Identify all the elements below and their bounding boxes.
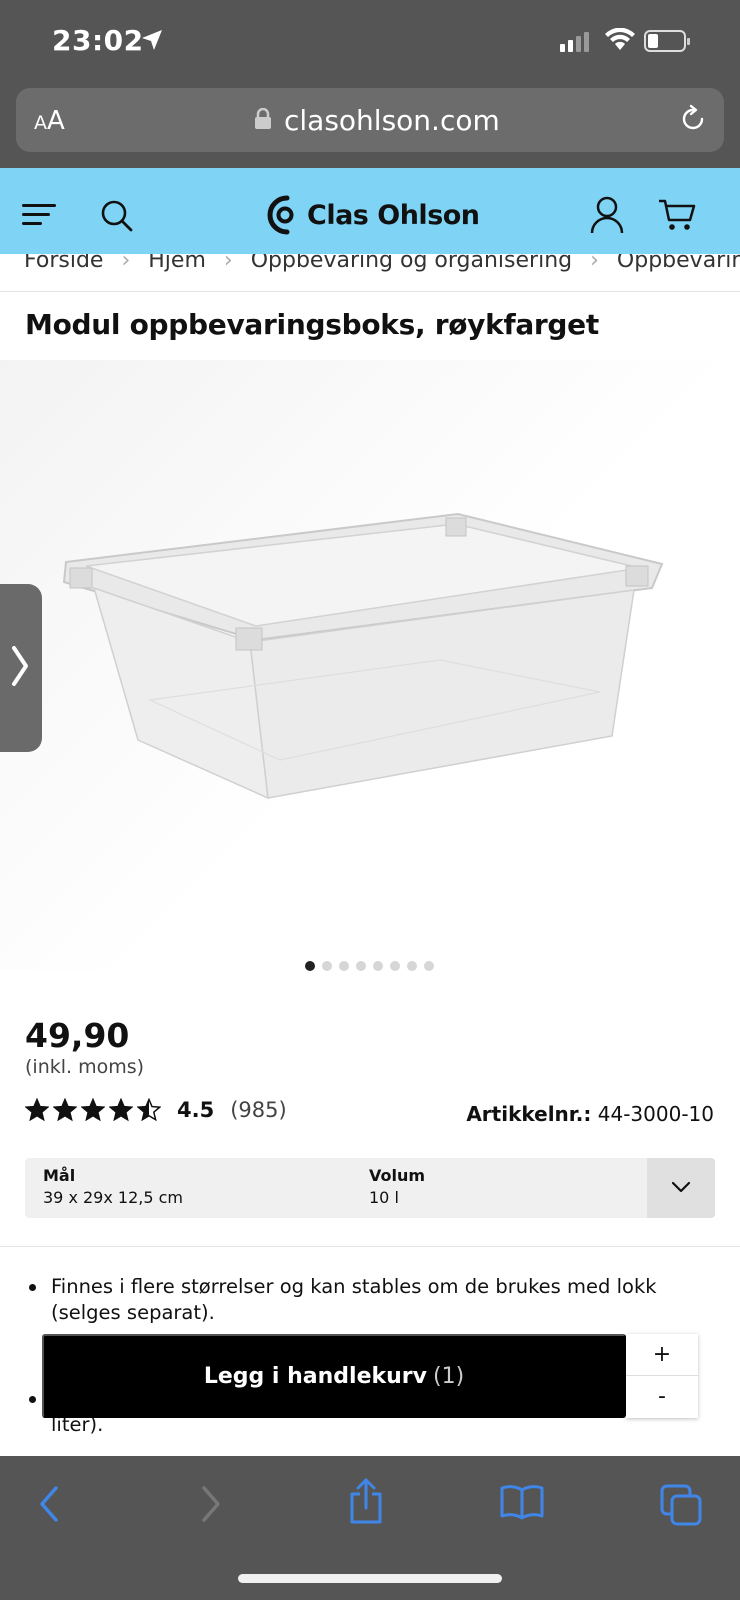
url-text[interactable]: clasohlson.com bbox=[284, 104, 500, 137]
wifi-icon bbox=[605, 28, 635, 50]
carousel-dot[interactable] bbox=[407, 961, 417, 971]
bookmarks-icon[interactable] bbox=[500, 1484, 544, 1520]
shopping-cart-icon[interactable] bbox=[658, 198, 696, 232]
carousel-dot[interactable] bbox=[373, 961, 383, 971]
breadcrumb: Forside › Hjem › Oppbevaring og organise… bbox=[0, 254, 740, 292]
product-image-carousel[interactable] bbox=[0, 360, 740, 970]
article-number-label: Artikkelnr.: bbox=[466, 1102, 592, 1126]
variant-volume-label: Volum bbox=[369, 1166, 426, 1185]
carousel-dot[interactable] bbox=[390, 961, 400, 971]
breadcrumb-separator-icon: › bbox=[223, 254, 233, 273]
star-icon bbox=[25, 1098, 49, 1122]
browser-address-area: AA clasohlson.com bbox=[0, 82, 740, 168]
search-icon[interactable] bbox=[100, 199, 134, 233]
add-to-cart-label: Legg i handlekurv bbox=[203, 1363, 427, 1389]
carousel-dot[interactable] bbox=[322, 961, 332, 971]
variant-size: Mål 39 x 29x 12,5 cm bbox=[43, 1166, 183, 1207]
add-to-cart-button[interactable]: Legg i handlekurv (1) bbox=[42, 1334, 626, 1418]
quantity-stepper: + - bbox=[626, 1334, 698, 1418]
description-item: Finnes i flere størrelser og kan stables… bbox=[25, 1274, 715, 1326]
star-icon bbox=[109, 1098, 133, 1122]
price-note: (inkl. moms) bbox=[25, 1056, 145, 1078]
home-indicator[interactable] bbox=[238, 1574, 502, 1583]
star-icon bbox=[137, 1098, 161, 1122]
tabs-icon[interactable] bbox=[660, 1484, 702, 1526]
chevron-right-icon bbox=[12, 646, 28, 686]
description-divider bbox=[0, 1246, 740, 1247]
breadcrumb-item-oppbevaringsbokser[interactable]: Oppbevaringsbokser bbox=[617, 254, 740, 273]
carousel-dot[interactable] bbox=[356, 961, 366, 971]
carousel-dots[interactable] bbox=[305, 961, 434, 971]
cellular-signal-icon bbox=[560, 32, 589, 52]
product-price: 49,90 bbox=[25, 1016, 130, 1055]
article-number-value: 44-3000-10 bbox=[597, 1102, 714, 1126]
share-icon[interactable] bbox=[348, 1478, 384, 1524]
breadcrumb-separator-icon: › bbox=[121, 254, 131, 273]
breadcrumb-item-oppbevaring[interactable]: Oppbevaring og organisering bbox=[251, 254, 572, 273]
lock-icon bbox=[255, 108, 271, 129]
status-time: 23:02 bbox=[52, 24, 144, 57]
variant-volume-value: 10 l bbox=[369, 1188, 399, 1207]
carousel-dot[interactable] bbox=[339, 961, 349, 971]
location-arrow-icon bbox=[142, 30, 162, 50]
chevron-down-icon bbox=[671, 1181, 691, 1193]
logo-text: Clas Ohlson bbox=[307, 199, 480, 231]
reload-icon[interactable] bbox=[678, 104, 708, 134]
add-to-cart-quantity: (1) bbox=[433, 1363, 465, 1389]
text-size-button[interactable]: AA bbox=[34, 106, 65, 136]
status-bar: 23:02 bbox=[0, 0, 740, 82]
site-header: Clas Ohlson bbox=[0, 168, 740, 263]
variant-size-label: Mål bbox=[43, 1166, 76, 1185]
battery-icon bbox=[644, 30, 690, 52]
product-image bbox=[62, 512, 664, 800]
rating-stars bbox=[25, 1098, 161, 1122]
star-icon bbox=[53, 1098, 77, 1122]
rating-count[interactable]: (985) bbox=[230, 1098, 286, 1122]
star-icon bbox=[81, 1098, 105, 1122]
quantity-decrease-button[interactable]: - bbox=[626, 1376, 698, 1418]
site-logo[interactable]: Clas Ohlson bbox=[265, 194, 480, 236]
variant-volume: Volum 10 l bbox=[369, 1166, 425, 1207]
carousel-prev-button[interactable] bbox=[0, 584, 42, 752]
forward-icon[interactable] bbox=[196, 1484, 224, 1524]
article-number: Artikkelnr.: 44-3000-10 bbox=[466, 1102, 714, 1126]
product-rating[interactable]: 4.5 (985) bbox=[25, 1098, 287, 1122]
breadcrumb-item-forside[interactable]: Forside bbox=[24, 254, 103, 273]
breadcrumb-item-hjem[interactable]: Hjem bbox=[148, 254, 206, 273]
account-icon[interactable] bbox=[590, 196, 624, 234]
breadcrumb-separator-icon: › bbox=[590, 254, 599, 273]
menu-icon[interactable] bbox=[22, 202, 56, 228]
address-bar[interactable]: AA clasohlson.com bbox=[16, 88, 724, 152]
breadcrumb-divider bbox=[0, 291, 740, 292]
quantity-increase-button[interactable]: + bbox=[626, 1334, 698, 1376]
product-title: Modul oppbevaringsboks, røykfarget bbox=[25, 308, 599, 341]
back-icon[interactable] bbox=[36, 1484, 64, 1524]
carousel-dot[interactable] bbox=[424, 961, 434, 971]
carousel-dot[interactable] bbox=[305, 961, 315, 971]
rating-value: 4.5 bbox=[177, 1098, 215, 1122]
variant-selector[interactable]: Mål 39 x 29x 12,5 cm Volum 10 l bbox=[25, 1158, 715, 1218]
clas-ohlson-logo-icon bbox=[267, 195, 294, 235]
variant-dropdown-button[interactable] bbox=[647, 1158, 715, 1218]
text-size-label: AA bbox=[34, 106, 65, 136]
variant-size-value: 39 x 29x 12,5 cm bbox=[43, 1188, 184, 1207]
